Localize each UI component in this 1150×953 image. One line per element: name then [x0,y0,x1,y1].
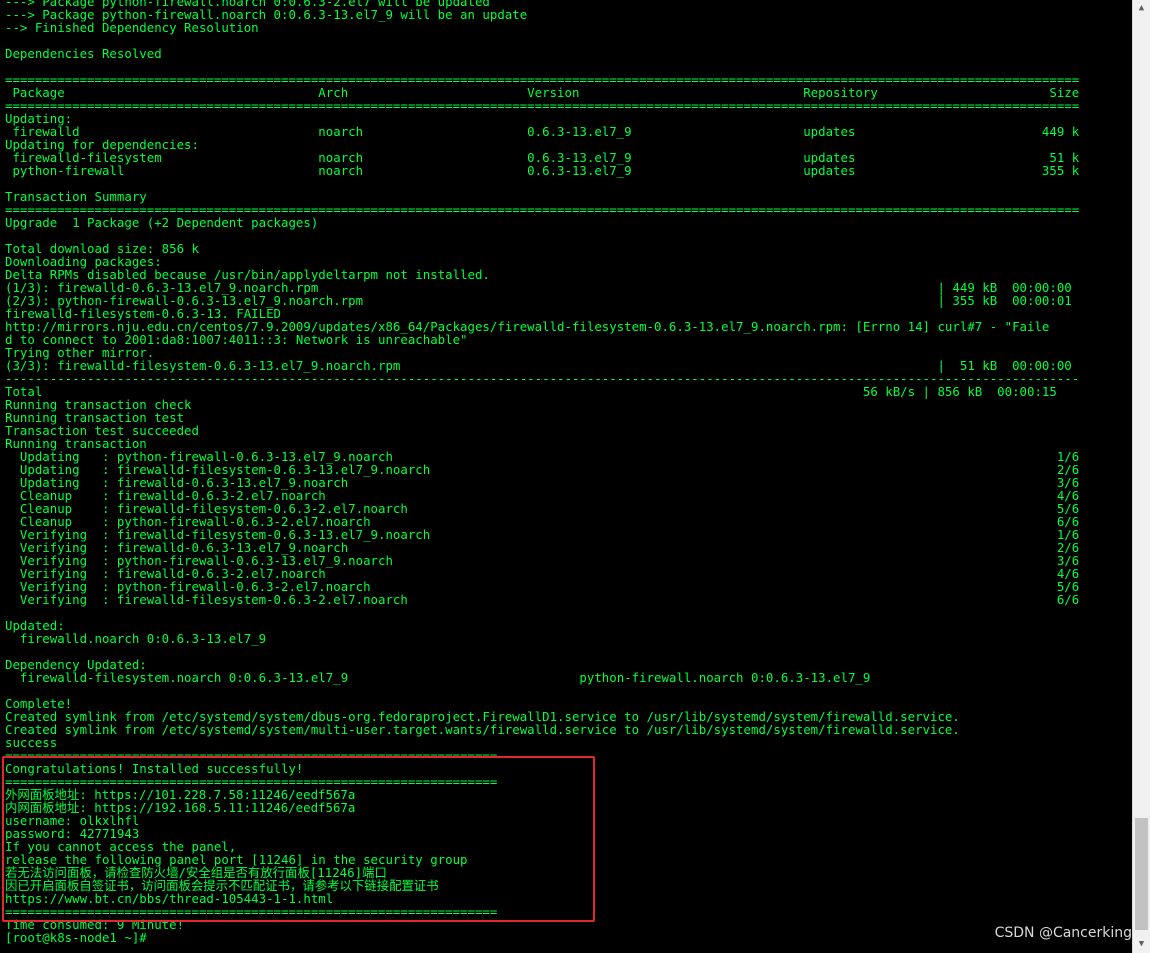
terminal-line: [root@k8s-node1 ~]# [5,930,155,945]
terminal-line: d to connect to 2001:da8:1007:4011::3: N… [5,332,468,347]
watermark: CSDN @Cancerking [994,925,1132,941]
scrollbar-thumb[interactable] [1135,818,1148,930]
terminal-line: Total download size: 856 k [5,241,199,256]
terminal-line: Created symlink from /etc/systemd/system… [5,722,960,737]
terminal-line: --> Finished Dependency Resolution [5,20,259,35]
terminal-line: python-firewall noarch 0.6.3-13.el7_9 up… [5,163,1080,178]
terminal-line: Upgrade 1 Package (+2 Dependent packages… [5,215,319,230]
terminal-line: Dependencies Resolved [5,46,162,61]
terminal-line: ========================================… [5,98,1080,113]
terminal-line: username: olkxlhfl [5,813,140,828]
terminal-line: firewalld.noarch 0:0.6.3-13.el7_9 [5,631,267,646]
terminal-line: firewalld-filesystem.noarch 0:0.6.3-13.e… [5,670,871,685]
scroll-down-arrow-icon[interactable]: ▼ [1133,936,1150,953]
terminal-window[interactable]: ---> Package python-firewall.noarch 0:0.… [0,0,1132,953]
scroll-up-arrow-icon[interactable]: ▲ [1133,0,1150,17]
terminal-line: Time consumed: 9 Minute! [5,917,185,932]
terminal-output: ---> Package python-firewall.noarch 0:0.… [5,0,1132,944]
terminal-line: 内网面板地址: https://192.168.5.11:11246/eedf5… [5,800,356,815]
vertical-scrollbar[interactable]: ▲ ▼ [1132,0,1150,953]
terminal-line: Verifying : firewalld-filesystem-0.6.3-2… [5,592,1080,607]
terminal-line: Transaction test succeeded [5,423,199,438]
